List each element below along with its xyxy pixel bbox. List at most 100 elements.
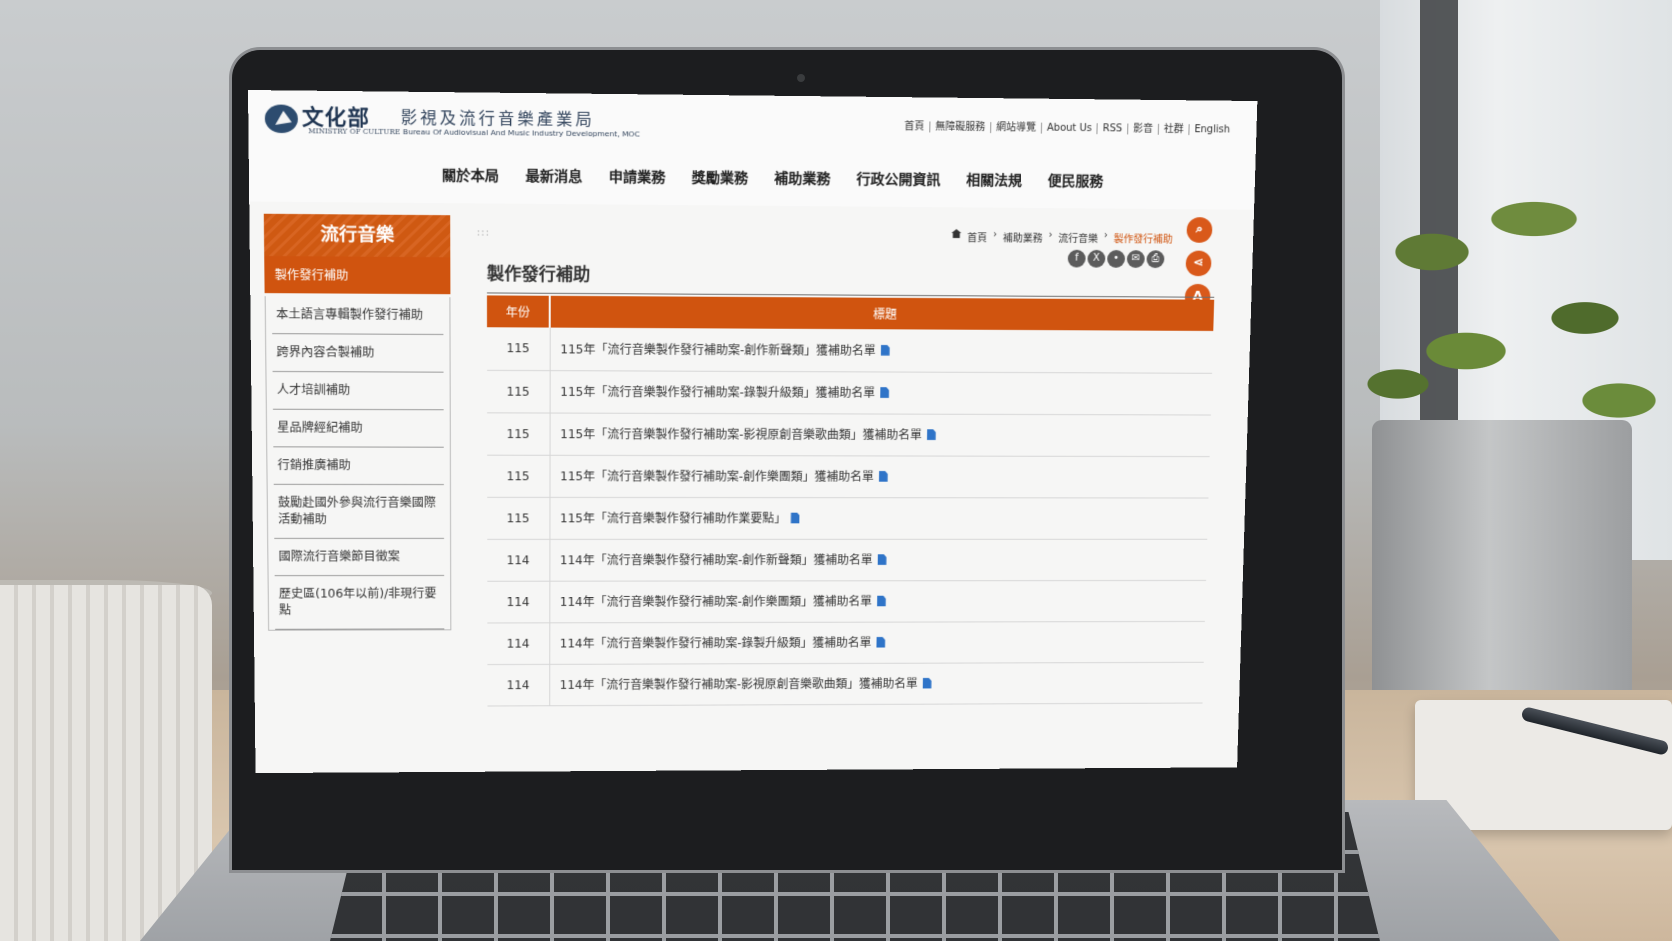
row-title-link[interactable]: 115年「流行音樂製作發行補助案-創作樂團類」獲補助名單 [560,470,874,484]
row-title-cell: 114年「流行音樂製作發行補助案-錄製升級類」獲補助名單 [549,620,1205,664]
sidebar-item-local-language[interactable]: 本土語言專輯製作發行補助 [271,296,444,335]
bureau-name[interactable]: 影視及流行音樂產業局 [401,104,595,130]
table-row: 114 114年「流行音樂製作發行補助案-影視原創音樂歌曲類」獲補助名單 [487,661,1204,706]
site-header: 文化部 MINISTRY OF CULTURE 影視及流行音樂產業局 Burea… [248,90,1258,210]
top-link-about[interactable]: About Us [1040,122,1097,135]
row-title-link[interactable]: 114年「流行音樂製作發行補助案-創作新聲類」獲補助名單 [560,553,873,567]
top-link-accessibility[interactable]: 無障礙服務 [929,121,991,134]
document-icon[interactable] [877,554,886,565]
sidebar-item-crossover[interactable]: 跨界內容合製補助 [272,334,444,373]
table-row: 114 114年「流行音樂製作發行補助案-錄製升級類」獲補助名單 [487,620,1205,665]
nav-services[interactable]: 便民服務 [1035,170,1117,191]
row-title-cell: 115年「流行音樂製作發行補助案-錄製升級類」獲補助名單 [549,370,1213,415]
row-year: 115 [487,454,550,497]
sidebar-item-brand[interactable]: 星品牌經紀補助 [272,409,444,448]
table-row: 115 115年「流行音樂製作發行補助案-錄製升級類」獲補助名單 [487,369,1213,415]
sidebar-item-talent[interactable]: 人才培訓補助 [272,371,444,411]
nav-about[interactable]: 關於本局 [429,165,513,186]
row-title-cell: 114年「流行音樂製作發行補助案-創作樂團類」獲補助名單 [549,579,1207,623]
nav-news[interactable]: 最新消息 [512,166,595,187]
breadcrumb-current: 製作發行補助 [1113,234,1173,246]
breadcrumb-separator: › [1048,229,1053,241]
table-row: 115 115年「流行音樂製作發行補助作業要點」 [487,496,1209,539]
document-icon[interactable] [876,637,885,648]
row-title-link[interactable]: 115年「流行音樂製作發行補助作業要點」 [560,512,786,526]
column-header-year: 年份 [486,295,550,328]
table-row: 115 115年「流行音樂製作發行補助案-創作新聲類」獲補助名單 [487,327,1214,373]
row-year: 114 [487,663,550,706]
row-title-cell: 115年「流行音樂製作發行補助案-影視原創音樂歌曲類」獲補助名單 [549,412,1211,457]
row-title-link[interactable]: 115年「流行音樂製作發行補助案-創作新聲類」獲補助名單 [560,342,876,357]
table-row: 115 115年「流行音樂製作發行補助案-創作樂團類」獲補助名單 [487,454,1210,498]
row-year: 114 [487,538,550,581]
bureau-name-en: Bureau Of Audiovisual And Music Industry… [402,127,640,139]
breadcrumb: 首頁 › 補助業務 › 流行音樂 › 製作發行補助 [951,229,1173,246]
row-year: 115 [487,412,550,455]
document-icon[interactable] [880,387,889,398]
main-nav: 關於本局 最新消息 申請業務 獎勵業務 補助業務 行政公開資訊 相關法規 便民服… [429,165,1117,191]
top-link-media[interactable]: 影音 [1127,123,1158,135]
subsidy-table: 年份 標題 115 115年「流行音樂製作發行補助案-創作新聲類」獲補助名單 1… [486,295,1215,706]
row-title-link[interactable]: 114年「流行音樂製作發行補助案-創作樂團類」獲補助名單 [560,595,872,609]
document-icon[interactable] [877,596,886,607]
search-icon[interactable]: ⌕ [1186,217,1213,243]
document-icon[interactable] [881,345,890,356]
row-year: 115 [487,496,550,539]
row-title-link[interactable]: 114年「流行音樂製作發行補助案-影視原創音樂歌曲類」獲補助名單 [560,677,918,692]
sidebar-item-archive[interactable]: 歷史區(106年以前)/非現行要點 [274,575,445,630]
document-icon[interactable] [879,471,888,482]
sidebar-item-marketing[interactable]: 行銷推廣補助 [273,447,444,486]
row-title-cell: 115年「流行音樂製作發行補助作業要點」 [549,496,1209,539]
row-title-cell: 114年「流行音樂製作發行補助案-影視原創音樂歌曲類」獲補助名單 [549,661,1204,706]
row-title-cell: 115年「流行音樂製作發行補助案-創作新聲類」獲補助名單 [549,327,1214,373]
column-header-title: 標題 [549,295,1215,331]
sidebar-item-international[interactable]: 鼓勵赴國外參與流行音樂國際活動補助 [273,484,445,539]
webcam [797,74,805,82]
breadcrumb-home[interactable]: 首頁 [967,229,987,244]
sidebar-item-active[interactable]: 製作發行補助 [264,256,451,298]
row-title-cell: 114年「流行音樂製作發行補助案-創作新聲類」獲補助名單 [549,538,1208,581]
nav-public-info[interactable]: 行政公開資訊 [843,169,953,190]
nav-regulations[interactable]: 相關法規 [953,170,1035,191]
nav-applications[interactable]: 申請業務 [596,166,679,187]
ministry-name-en: MINISTRY OF CULTURE [308,127,401,137]
top-link-english[interactable]: English [1188,124,1235,136]
row-title-link[interactable]: 114年「流行音樂製作發行補助案-錄製升級類」獲補助名單 [560,636,872,650]
breadcrumb-separator: › [1103,230,1108,242]
row-title-link[interactable]: 115年「流行音樂製作發行補助案-影視原創音樂歌曲類」獲補助名單 [560,427,922,442]
row-year: 115 [487,327,550,371]
sidebar-item-festival[interactable]: 國際流行音樂節目徵案 [274,538,445,577]
table-row: 114 114年「流行音樂製作發行補助案-創作新聲類」獲補助名單 [487,538,1208,581]
home-icon[interactable] [951,229,961,238]
drag-handle[interactable]: ::: [477,227,490,238]
row-title-cell: 115年「流行音樂製作發行補助案-創作樂團類」獲補助名單 [549,454,1210,498]
document-icon[interactable] [927,429,936,440]
breadcrumb-pop-music[interactable]: 流行音樂 [1058,230,1098,245]
table-row: 114 114年「流行音樂製作發行補助案-創作樂團類」獲補助名單 [487,579,1207,623]
breadcrumb-separator: › [992,229,998,241]
table-header-row: 年份 標題 [486,295,1215,331]
nav-subsidies[interactable]: 補助業務 [761,168,844,189]
row-year: 114 [487,580,550,623]
mug [0,585,212,941]
table-row: 115 115年「流行音樂製作發行補助案-影視原創音樂歌曲類」獲補助名單 [487,412,1211,457]
plant-pot [1372,420,1632,720]
plant-leaves [1330,120,1670,450]
breadcrumb-subsidies[interactable]: 補助業務 [1003,229,1043,244]
row-year: 114 [487,622,550,665]
sidebar: 流行音樂 製作發行補助 本土語言專輯製作發行補助 跨界內容合製補助 人才培訓補助… [263,213,452,631]
page-title: 製作發行補助 [486,259,1216,298]
top-link-sitemap[interactable]: 網站導覽 [990,122,1042,134]
sidebar-list: 本土語言專輯製作發行補助 跨界內容合製補助 人才培訓補助 星品牌經紀補助 行銷推… [264,296,452,631]
document-icon[interactable] [791,513,800,524]
laptop-screen: 文化部 MINISTRY OF CULTURE 影視及流行音樂產業局 Burea… [248,90,1258,774]
top-link-rss[interactable]: RSS [1096,123,1128,135]
sidebar-title: 流行音樂 [263,213,451,258]
document-icon[interactable] [923,678,932,689]
top-link-home[interactable]: 首頁 [899,121,929,132]
top-link-social[interactable]: 社群 [1157,123,1189,136]
row-title-link[interactable]: 115年「流行音樂製作發行補助案-錄製升級類」獲補助名單 [560,385,875,400]
nav-awards[interactable]: 獎勵業務 [679,167,762,188]
row-year: 115 [487,369,550,413]
ministry-logo-icon[interactable] [264,104,299,134]
